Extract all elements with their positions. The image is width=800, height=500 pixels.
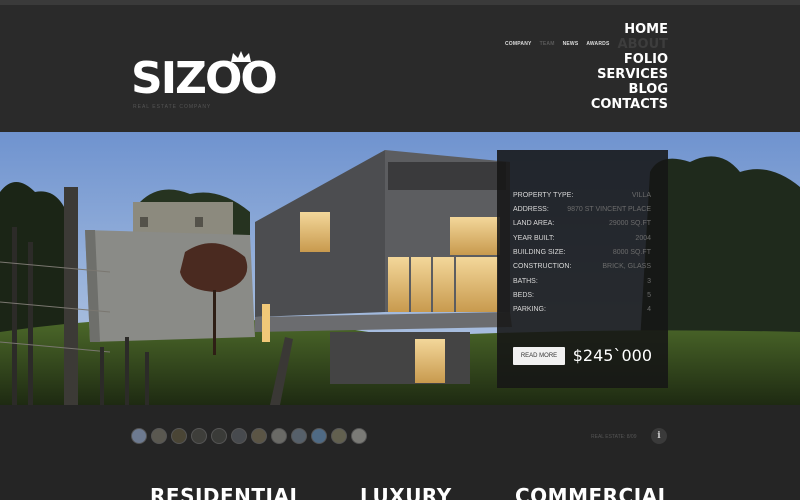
info-value: 2004 [635, 235, 651, 242]
slide-thumbnail[interactable] [351, 428, 367, 444]
subnav-item-team[interactable]: TEAM [540, 41, 555, 47]
logo[interactable]: SIZOO REAL ESTATE COMPANY [131, 51, 278, 117]
slide-thumbnail[interactable] [191, 428, 207, 444]
read-more-button[interactable]: READ MORE [513, 347, 565, 365]
slide-counter: REAL ESTATE: 8/09 [591, 434, 637, 440]
info-value: VILLA [631, 192, 651, 199]
info-value: BRICK, GLASS [602, 263, 651, 270]
info-key: LAND AREA: [513, 220, 555, 227]
nav-item-contacts[interactable]: CONTACTS [591, 97, 668, 112]
main-nav: HOME ABOUT FOLIO SERVICES BLOG CONTACTS [591, 22, 668, 112]
header [0, 5, 800, 132]
info-key: PARKING: [513, 306, 546, 313]
logo-text: SIZOO [131, 53, 278, 104]
info-value: 8000 SQ.FT [612, 249, 651, 256]
slide-thumbnail[interactable] [211, 428, 227, 444]
nav-item-services[interactable]: SERVICES [591, 67, 668, 82]
info-key: PROPERTY TYPE: [513, 192, 574, 199]
slide-thumbnail[interactable] [251, 428, 267, 444]
slide-thumbnail[interactable] [231, 428, 247, 444]
property-price: $245`000 [572, 346, 652, 365]
info-key: BEDS: [513, 292, 535, 299]
info-icon[interactable]: i [651, 428, 667, 444]
hero-image [0, 132, 800, 405]
slide-thumbnail[interactable] [151, 428, 167, 444]
subnav-item-company[interactable]: COMPANY [505, 41, 532, 47]
slide-thumbnail[interactable] [171, 428, 187, 444]
subnav-item-news[interactable]: NEWS [563, 41, 579, 47]
category-commercial[interactable]: COMMERCIAL [515, 484, 671, 500]
info-key: YEAR BUILT: [513, 235, 555, 242]
category-residential[interactable]: RESIDENTIAL [150, 484, 303, 500]
info-value: 3 [647, 278, 651, 285]
house-photo [0, 132, 800, 405]
slide-thumbnail[interactable] [271, 428, 287, 444]
slide-thumbnail[interactable] [131, 428, 147, 444]
nav-item-folio[interactable]: FOLIO [591, 52, 668, 67]
nav-item-home[interactable]: HOME [591, 22, 668, 37]
info-key: BATHS: [513, 278, 538, 285]
logo-tagline: REAL ESTATE COMPANY [133, 104, 212, 110]
slider-thumbnails [131, 428, 367, 444]
nav-item-about[interactable]: ABOUT [591, 37, 668, 52]
info-key: BUILDING SIZE: [513, 249, 566, 256]
nav-item-blog[interactable]: BLOG [591, 82, 668, 97]
slide-thumbnail[interactable] [291, 428, 307, 444]
slide-thumbnail[interactable] [331, 428, 347, 444]
slide-thumbnail[interactable] [311, 428, 327, 444]
category-luxury[interactable]: LUXURY [360, 484, 452, 500]
info-value: 29000 SQ.FT [608, 220, 651, 227]
property-info-panel: PROPERTY TYPE: VILLA ADDRESS: 9870 ST VI… [497, 150, 668, 388]
info-key: ADDRESS: [513, 206, 549, 213]
info-value: 9870 ST VINCENT PLACE [567, 206, 651, 213]
info-value: 4 [647, 306, 651, 313]
info-value: 5 [647, 292, 651, 299]
info-key: CONSTRUCTION: [513, 263, 572, 270]
crown-icon [231, 51, 251, 62]
